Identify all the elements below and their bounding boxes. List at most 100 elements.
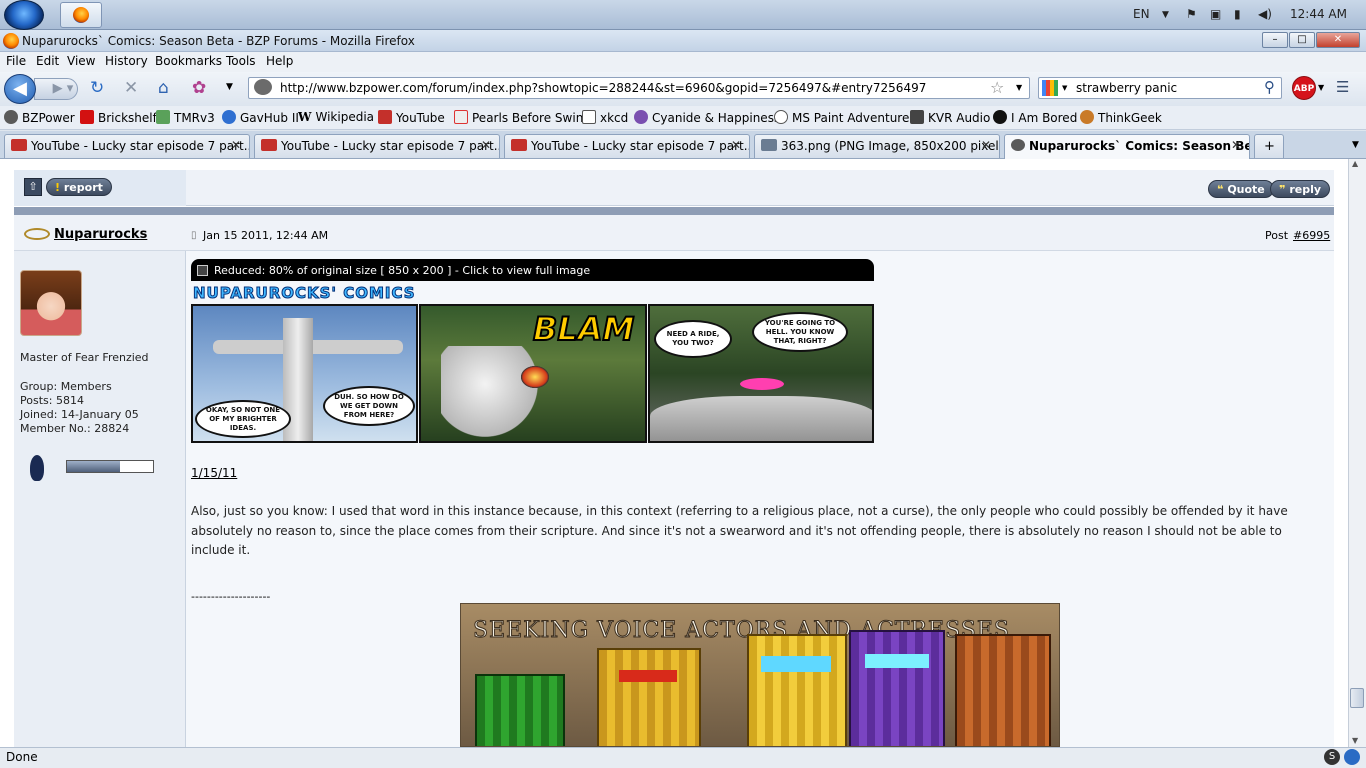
addon-status-icon[interactable] [1344, 749, 1360, 765]
post-number-link[interactable]: #6995 [1293, 229, 1330, 242]
bookmark-cyanide[interactable]: Cyanide & Happiness [634, 110, 780, 125]
maximize-button[interactable]: □ [1289, 32, 1315, 48]
date-link[interactable]: 1/15/11 [191, 466, 237, 480]
bookmark-cyanide-label: Cyanide & Happiness [652, 111, 781, 125]
tab-close-icon[interactable]: ✕ [231, 138, 241, 152]
thinkgeek-icon [1080, 110, 1094, 124]
search-icon[interactable]: ⚲ [1264, 78, 1275, 96]
device-icon[interactable]: ▣ [1210, 7, 1221, 21]
search-engine-dropdown-icon[interactable]: ▼ [1062, 84, 1067, 92]
signal-icon[interactable]: ▮ [1234, 7, 1241, 21]
menu-file[interactable]: File [6, 54, 26, 68]
tab-png-image[interactable]: 363.png (PNG Image, 850x200 pixels) ✕ [754, 134, 1000, 158]
reload-icon[interactable]: ↻ [90, 78, 104, 98]
clock[interactable]: 12:44 AM [1290, 7, 1347, 21]
forward-button[interactable]: ▶ ▾ [34, 78, 78, 100]
menu-history[interactable]: History [105, 54, 148, 68]
author-name-link[interactable]: Nuparurocks [54, 227, 147, 242]
flag-icon[interactable]: ⚑ [1186, 7, 1197, 21]
close-button[interactable]: ✕ [1316, 32, 1360, 48]
menu-tools[interactable]: Tools [226, 54, 256, 68]
tab-close-icon[interactable]: ✕ [981, 138, 991, 152]
google-icon[interactable] [1042, 80, 1058, 96]
menu-view[interactable]: View [67, 54, 95, 68]
mspaint-icon [774, 110, 788, 124]
iambored-icon [993, 110, 1007, 124]
tab-youtube-3[interactable]: YouTube - Lucky star episode 7 part... ✕ [504, 134, 750, 158]
tab-list-dropdown-icon[interactable]: ▼ [1352, 140, 1359, 150]
tab-label: 363.png (PNG Image, 850x200 pixels) [781, 139, 1000, 153]
bookmark-thinkgeek[interactable]: ThinkGeek [1080, 110, 1162, 125]
bookmark-xkcd[interactable]: xkcd [582, 110, 628, 125]
bookmark-kvr-label: KVR Audio [928, 111, 991, 125]
bookmark-thinkgeek-label: ThinkGeek [1098, 111, 1162, 125]
tab-close-icon[interactable]: ✕ [481, 138, 491, 152]
comic-panel-2[interactable]: BLAM [419, 304, 647, 443]
taskbar-firefox-button[interactable] [60, 2, 102, 28]
back-arrow-icon: ◀ [13, 78, 27, 99]
menu-edit[interactable]: Edit [36, 54, 59, 68]
resize-notice-text: Reduced: 80% of original size [ 850 x 20… [214, 264, 591, 277]
adblock-dropdown-icon[interactable]: ▼ [1318, 83, 1324, 92]
bookmark-iambored[interactable]: I Am Bored [993, 110, 1077, 125]
signature-banner[interactable]: SEEKING VOICE ACTORS AND ACTRESSES [460, 603, 1060, 747]
addon-icon[interactable]: ✿ [192, 78, 206, 98]
back-button[interactable]: ◀ [4, 74, 36, 104]
adblock-button[interactable]: ABP [1292, 76, 1316, 100]
comic-panel-1[interactable]: OKAY, SO NOT ONE OF MY BRIGHTER IDEAS. D… [191, 304, 418, 443]
start-button[interactable] [4, 0, 44, 30]
online-status-icon [24, 228, 50, 240]
dropdown-icon[interactable]: ▼ [226, 82, 233, 92]
menu-bookmarks[interactable]: Bookmarks [155, 54, 222, 68]
cyanide-icon [634, 110, 648, 124]
image-resize-notice[interactable]: Reduced: 80% of original size [ 850 x 20… [191, 259, 874, 281]
bookmark-gavhub[interactable]: GavHub II [222, 110, 299, 125]
wikipedia-icon: W [298, 110, 312, 124]
bookmark-bzpower[interactable]: BZPower [4, 110, 75, 125]
noscript-icon[interactable]: S [1324, 749, 1340, 765]
tab-close-icon[interactable]: ✕ [731, 138, 741, 152]
comic-panel-3[interactable]: NEED A RIDE, YOU TWO? YOU'RE GOING TO HE… [648, 304, 874, 443]
tray-expand-icon[interactable]: ▼ [1162, 10, 1169, 20]
tab-close-icon[interactable]: ✕ [1231, 138, 1241, 152]
home-icon[interactable]: ⌂ [158, 78, 169, 98]
scroll-down-icon[interactable]: ▼ [1352, 736, 1358, 745]
youtube-icon [378, 110, 392, 124]
post-text: Also, just so you know: I used that word… [191, 504, 1288, 557]
post-number-label: Post [1265, 229, 1289, 242]
tab-youtube-2[interactable]: YouTube - Lucky star episode 7 part... ✕ [254, 134, 500, 158]
tab-youtube-1[interactable]: YouTube - Lucky star episode 7 part... ✕ [4, 134, 250, 158]
bookmark-pearls[interactable]: Pearls Before Swine [454, 110, 591, 125]
stop-icon[interactable]: ✕ [124, 78, 138, 98]
url-text[interactable]: http://www.bzpower.com/forum/index.php?s… [280, 81, 926, 95]
bookmark-youtube[interactable]: YouTube [378, 110, 445, 125]
scrollbar-thumb[interactable] [1350, 688, 1364, 708]
language-indicator[interactable]: EN [1133, 7, 1150, 21]
rank-progress-fill [67, 461, 121, 472]
bookmark-brickshelf[interactable]: Brickshelf [80, 110, 157, 125]
site-favicon[interactable] [254, 79, 272, 95]
volume-icon[interactable]: ◀) [1258, 7, 1272, 21]
user-post-count: Posts: 5814 [20, 394, 84, 407]
menu-help[interactable]: Help [266, 54, 293, 68]
new-tab-button[interactable]: + [1254, 134, 1284, 158]
speech-bubble: DUH. SO HOW DO WE GET DOWN FROM HERE? [323, 386, 415, 426]
report-button[interactable]: ! report [46, 178, 112, 196]
vertical-scrollbar[interactable] [1348, 159, 1366, 747]
tools-menu-icon[interactable]: ☰ [1336, 78, 1349, 96]
bookmark-mspaint[interactable]: MS Paint Adventures [774, 110, 916, 125]
star-icon[interactable]: ☆ [990, 78, 1004, 97]
speech-bubble: OKAY, SO NOT ONE OF MY BRIGHTER IDEAS. [195, 400, 291, 438]
bookmark-kvr[interactable]: KVR Audio [910, 110, 990, 125]
url-dropdown-icon[interactable]: ▼ [1016, 83, 1022, 92]
bookmark-tmrv3[interactable]: TMRv3 [156, 110, 215, 125]
tab-nuparurocks-comics[interactable]: Nuparurocks` Comics: Season Bet... ✕ [1004, 134, 1250, 159]
minimize-button[interactable]: – [1262, 32, 1288, 48]
bookmark-wikipedia[interactable]: W Wikipedia [298, 110, 374, 124]
search-input[interactable]: strawberry panic [1076, 81, 1177, 95]
tmrv3-icon [156, 110, 170, 124]
scroll-up-icon[interactable]: ▲ [1352, 159, 1358, 168]
scroll-to-top-icon[interactable]: ⇧ [24, 178, 42, 196]
reply-button[interactable]: ❞ reply [1270, 180, 1331, 198]
quote-button[interactable]: ❝ Quote [1208, 180, 1274, 198]
